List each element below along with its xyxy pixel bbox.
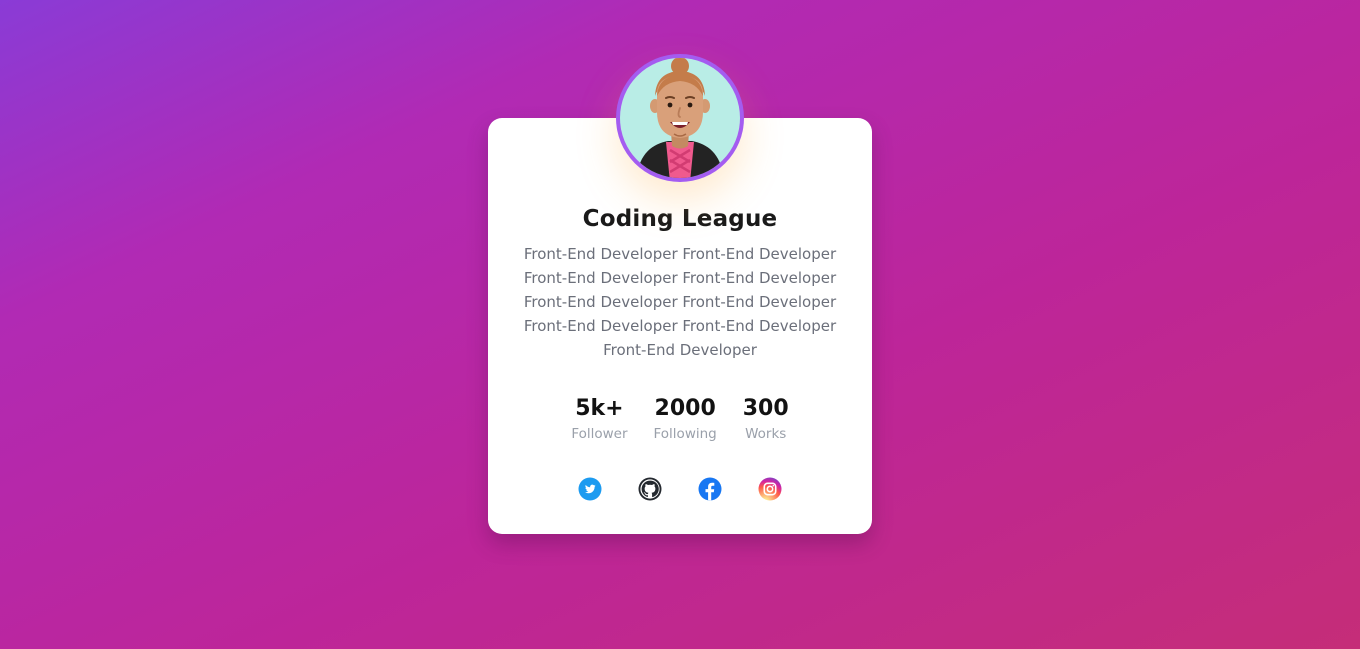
stat-following[interactable]: 2000 Following (654, 396, 717, 442)
github-icon[interactable] (638, 477, 662, 501)
profile-name: Coding League (582, 206, 778, 232)
page-background: { "profile": { "name": "Coding League", … (0, 0, 1360, 649)
social-links (488, 477, 872, 501)
stat-works[interactable]: 300 Works (743, 396, 789, 442)
stat-label: Works (745, 426, 787, 442)
profile-bio: Front-End Developer Front-End Developer … (523, 245, 837, 359)
instagram-icon[interactable] (758, 477, 782, 501)
developer-avatar-icon (616, 54, 744, 182)
stat-followers[interactable]: 5k+ Follower (571, 396, 627, 442)
stats-row: 5k+ Follower 2000 Following 300 Works (488, 396, 872, 442)
twitter-icon[interactable] (578, 477, 602, 501)
stat-value: 5k+ (575, 396, 624, 421)
stat-label: Follower (571, 426, 628, 442)
facebook-icon[interactable] (698, 477, 722, 501)
stat-value: 300 (742, 396, 789, 421)
stat-label: Following (653, 426, 717, 442)
stat-value: 2000 (654, 396, 716, 421)
